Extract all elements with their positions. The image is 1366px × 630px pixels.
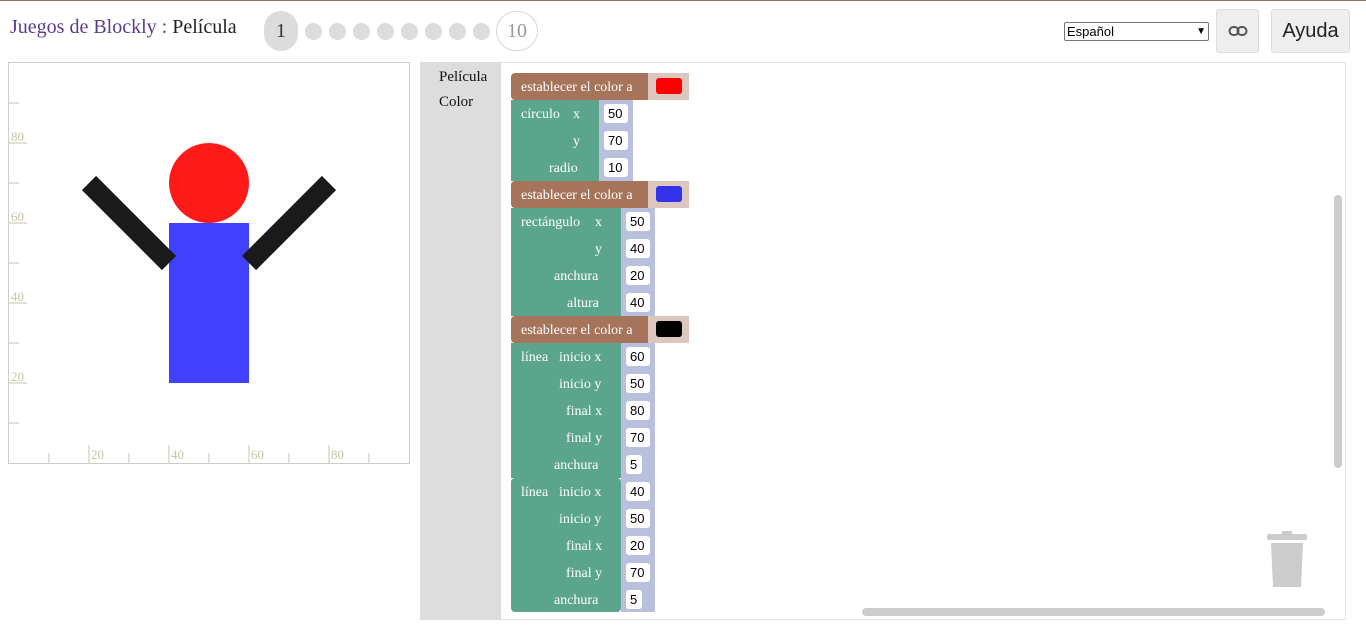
- level-9-dot[interactable]: [473, 22, 490, 40]
- level-2-dot[interactable]: [305, 22, 322, 40]
- number-field[interactable]: 70: [630, 430, 644, 445]
- horizontal-scrollbar[interactable]: [862, 608, 1325, 616]
- set-color-block[interactable]: establecer el color a: [511, 73, 689, 100]
- number-field[interactable]: 5: [630, 457, 637, 472]
- toolbox-category-color[interactable]: Color: [439, 94, 473, 111]
- level-3-dot[interactable]: [329, 22, 346, 40]
- param-label: altura: [567, 296, 600, 311]
- line-block[interactable]: línea inicio x inicio y final x final y …: [511, 343, 655, 478]
- param-label: inicio y: [559, 512, 601, 527]
- games-home-link[interactable]: Juegos de Blockly: [10, 16, 157, 38]
- number-field[interactable]: 5: [630, 592, 637, 607]
- param-label: anchura: [554, 593, 599, 608]
- y-tick-label: 40: [11, 289, 24, 304]
- number-field[interactable]: 40: [630, 484, 644, 499]
- blocks-svg: establecer el color a círculo x y radio …: [511, 73, 689, 612]
- number-field[interactable]: 20: [630, 268, 644, 283]
- drawing-canvas: 80 60 40 20 20 40 60 80: [8, 62, 410, 464]
- y-tick-label: 80: [11, 129, 24, 144]
- number-field[interactable]: 80: [630, 403, 644, 418]
- left-arm-line: [81, 175, 177, 271]
- param-label: anchura: [554, 458, 599, 473]
- toolbox-category-pelicula[interactable]: Película: [439, 69, 487, 86]
- x-tick-label: 80: [331, 447, 344, 462]
- number-field[interactable]: 10: [608, 160, 622, 175]
- level-5-dot[interactable]: [377, 22, 394, 40]
- level-10[interactable]: 10: [496, 11, 538, 51]
- x-tick-label: 40: [171, 447, 184, 462]
- chevron-down-icon: ▼: [1196, 26, 1206, 37]
- param-label: radio: [549, 161, 578, 176]
- number-field[interactable]: 60: [630, 349, 644, 364]
- level-selector: 1 10: [264, 11, 538, 51]
- number-field[interactable]: 70: [608, 133, 622, 148]
- number-field[interactable]: 50: [630, 376, 644, 391]
- block-label: establecer el color a: [521, 323, 633, 338]
- block-label: línea: [521, 485, 549, 500]
- line-block[interactable]: línea inicio x inicio y final x final y …: [511, 478, 655, 612]
- link-button[interactable]: [1216, 9, 1259, 53]
- level-8-dot[interactable]: [449, 22, 466, 40]
- link-icon: [1228, 26, 1247, 36]
- number-field[interactable]: 50: [630, 214, 644, 229]
- y-tick-label: 20: [11, 369, 24, 384]
- canvas-drawing: 80 60 40 20 20 40 60 80: [9, 102, 370, 463]
- param-label: final x: [566, 539, 602, 554]
- block-label: establecer el color a: [521, 80, 633, 95]
- number-field[interactable]: 20: [630, 538, 644, 553]
- color-swatch-red[interactable]: [656, 78, 682, 94]
- page-title: Juegos de Blockly : Película: [10, 16, 237, 39]
- param-label: inicio x: [559, 485, 601, 500]
- rectangle-shape: [169, 223, 249, 383]
- level-6-dot[interactable]: [401, 22, 418, 40]
- level-1-current[interactable]: 1: [264, 11, 298, 51]
- param-label: inicio x: [559, 350, 601, 365]
- game-name: Película: [172, 16, 237, 38]
- block-label: círculo: [521, 107, 560, 122]
- language-select[interactable]: Español ▼: [1064, 22, 1209, 41]
- number-field[interactable]: 50: [630, 511, 644, 526]
- param-label: anchura: [554, 269, 599, 284]
- block-label: línea: [521, 350, 549, 365]
- y-tick-label: 60: [11, 209, 24, 224]
- circle-shape: [169, 143, 249, 223]
- set-color-block[interactable]: establecer el color a: [511, 316, 689, 343]
- param-label: x: [595, 215, 602, 230]
- number-field[interactable]: 40: [630, 295, 644, 310]
- param-label: x: [573, 107, 580, 122]
- number-field[interactable]: 50: [608, 106, 622, 121]
- right-arm-line: [241, 175, 337, 271]
- help-button[interactable]: Ayuda: [1271, 9, 1350, 53]
- block-label: establecer el color a: [521, 188, 633, 203]
- blockly-workspace[interactable]: establecer el color a círculo x y radio …: [501, 62, 1346, 620]
- trash-icon[interactable]: [1265, 531, 1309, 587]
- rectangle-block[interactable]: rectángulo x y anchura altura 50 40 20 4…: [511, 208, 655, 316]
- number-field[interactable]: 70: [630, 565, 644, 580]
- color-swatch-blue[interactable]: [656, 186, 682, 202]
- header: Juegos de Blockly : Película 1 10 Españo…: [0, 0, 1366, 60]
- language-value: Español: [1067, 24, 1114, 39]
- circle-block[interactable]: círculo x y radio 50 70 10: [511, 100, 633, 181]
- title-separator: :: [156, 16, 173, 38]
- param-label: final x: [566, 404, 602, 419]
- set-color-block[interactable]: establecer el color a: [511, 181, 689, 208]
- number-field[interactable]: 40: [630, 241, 644, 256]
- level-4-dot[interactable]: [353, 22, 370, 40]
- param-label: final y: [566, 431, 602, 446]
- x-tick-label: 20: [91, 447, 104, 462]
- param-label: inicio y: [559, 377, 601, 392]
- param-label: final y: [566, 566, 602, 581]
- level-7-dot[interactable]: [425, 22, 442, 40]
- block-label: rectángulo: [521, 215, 580, 230]
- color-swatch-black[interactable]: [656, 321, 682, 337]
- param-label: y: [573, 134, 580, 149]
- blockly-toolbox: Película Color: [420, 62, 501, 620]
- x-tick-label: 60: [251, 447, 264, 462]
- param-label: y: [595, 242, 602, 257]
- vertical-scrollbar[interactable]: [1334, 195, 1342, 468]
